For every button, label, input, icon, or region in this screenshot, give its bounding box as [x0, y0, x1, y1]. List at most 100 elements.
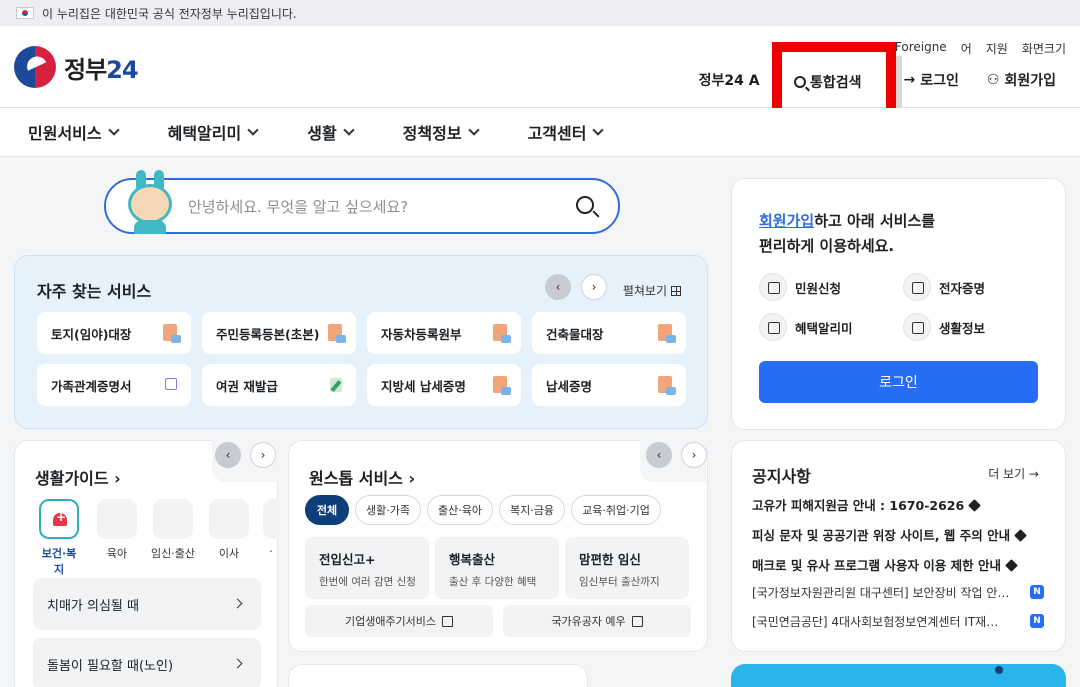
mail-icon [759, 273, 787, 301]
signup-link-inline[interactable]: 회원가입 [759, 212, 814, 230]
service-land-register[interactable]: 토지(임야)대장 [37, 312, 191, 354]
gov-banner: 이 누리집은 대한민국 공식 전자정부 누리집입니다. [0, 0, 1080, 26]
document-icon [163, 324, 181, 343]
life-prev-button[interactable]: ‹ [215, 442, 241, 468]
next-button[interactable]: › [581, 274, 607, 300]
service-resident-register[interactable]: 주민등록등본(초본) [202, 312, 356, 354]
new-badge: N [1030, 614, 1044, 628]
bottom-banner[interactable] [731, 664, 1066, 687]
document-icon [658, 376, 676, 395]
pregnant-icon [153, 499, 193, 539]
search-icon [794, 76, 806, 88]
gov24-ai-link[interactable]: 정부24 A [699, 70, 760, 90]
language-link[interactable]: For Foreigne [872, 40, 946, 57]
life-guide-title[interactable]: 생활가이드 › [35, 465, 121, 489]
notice-title: 공지사항 [752, 467, 811, 486]
login-button[interactable]: 로그인 [759, 361, 1038, 403]
service-passport[interactable]: 여권 재발급 [202, 364, 356, 406]
notice-item[interactable]: 고유가 피해지원금 안내 : 1670-2626 [752, 495, 1048, 514]
mascot-icon [124, 170, 176, 234]
service-tax-cert[interactable]: 납세증명 [532, 364, 686, 406]
bottom-card [288, 664, 588, 687]
link-business-lifecycle[interactable]: 기업생애주기서비스 [305, 605, 493, 637]
utility-top: For Foreigne 어 지원 화면크기 [872, 40, 1066, 57]
pin-icon [1005, 559, 1018, 572]
notice-item[interactable]: 피싱 문자 및 공공기관 위장 사이트, 웹 주의 안내 [752, 525, 1048, 544]
nav-customer-center[interactable]: 고객센터 [528, 120, 605, 144]
chevron-right-icon [232, 598, 243, 609]
chip-all[interactable]: 전체 [305, 495, 349, 525]
chevron-down-icon [343, 124, 355, 136]
life-next-button[interactable]: › [250, 442, 276, 468]
onestop-next-button[interactable]: › [681, 442, 707, 468]
document-icon [328, 324, 346, 343]
user-plus-icon: ⚇ [986, 72, 1000, 88]
login-card: 회원가입하고 아래 서비스를 편리하게 이용하세요. 민원신청 전자증명 혜택알리… [731, 178, 1066, 430]
chip-welfare-finance[interactable]: 복지·금융 [499, 495, 565, 525]
category-moving[interactable]: 이사 [207, 499, 251, 561]
category-more[interactable]: · [263, 499, 279, 558]
integrated-search-button[interactable]: 통합검색 [794, 70, 862, 94]
nav-life[interactable]: 생활 [307, 120, 355, 144]
external-link-icon [165, 378, 177, 390]
gift-icon [759, 313, 787, 341]
service-local-tax-cert[interactable]: 지방세 납세증명 [367, 364, 521, 406]
service-car-register[interactable]: 자동차등록원부 [367, 312, 521, 354]
quick-civil-request[interactable]: 민원신청 [759, 273, 841, 301]
nav-benefits[interactable]: 혜택알리미 [168, 120, 259, 144]
pin-icon [1014, 529, 1027, 542]
life-item-elder-care[interactable]: 돌봄이 필요할 때(노인) [33, 638, 261, 687]
link-veterans[interactable]: 국가유공자 예우 [503, 605, 691, 637]
search-submit-icon[interactable] [576, 196, 594, 214]
life-item-dementia[interactable]: 치매가 의심될 때 [33, 578, 261, 630]
notice-more-link[interactable]: 더 보기 → [988, 465, 1039, 482]
chevron-down-icon [467, 124, 480, 136]
onestop-title[interactable]: 원스톱 서비스 › [309, 465, 415, 489]
service-building-register[interactable]: 건축물대장 [532, 312, 686, 354]
nav-policy[interactable]: 정책정보 [403, 120, 480, 144]
login-icon: → [903, 72, 916, 88]
new-badge: N [1030, 585, 1044, 599]
category-childcare[interactable]: 육아 [95, 499, 139, 561]
font-size-menu[interactable]: 화면크기 [1022, 40, 1066, 57]
external-link-icon [631, 615, 643, 627]
pin-icon [968, 499, 982, 512]
heart-icon [53, 510, 67, 526]
chevron-down-icon [107, 124, 120, 136]
main-search-input[interactable]: 안녕하세요. 무엇을 알고 싶으세요? [104, 178, 620, 234]
onestop-card-happy-birth[interactable]: 행복출산 출산 후 다양한 혜택 [435, 537, 559, 599]
quick-life-info[interactable]: 생활정보 [903, 313, 985, 341]
login-link[interactable]: → 로그인 [904, 70, 959, 90]
logo[interactable]: 정부24 [14, 46, 139, 88]
notice-item[interactable]: [국가정보자원관리원 대구센터] 보안장비 작업 안… [752, 584, 1022, 601]
service-family-cert[interactable]: 가족관계증명서 [37, 364, 191, 406]
signup-link[interactable]: ⚇ 회원가입 [987, 70, 1056, 90]
support-menu[interactable]: 지원 [986, 40, 1008, 57]
language-link-2[interactable]: 어 [961, 40, 972, 57]
moving-icon [209, 499, 249, 539]
prev-button[interactable]: ‹ [545, 274, 571, 300]
korea-flag-icon [16, 7, 34, 19]
quick-e-cert[interactable]: 전자증명 [903, 273, 985, 301]
document-icon [658, 324, 676, 343]
document-icon [493, 376, 511, 395]
chip-birth-childcare[interactable]: 출산·육아 [427, 495, 493, 525]
onestop-card-move-in[interactable]: 전입신고+ 한번에 여러 감면 신청 [305, 537, 429, 599]
frequent-services-title: 자주 찾는 서비스 [37, 282, 152, 301]
nav-civil-service[interactable]: 민원서비스 [28, 120, 120, 144]
expand-button[interactable]: 펼쳐보기 [623, 282, 681, 299]
gov-banner-text: 이 누리집은 대한민국 공식 전자정부 누리집입니다. [42, 6, 297, 21]
chip-edu-job-biz[interactable]: 교육·취업·기업 [571, 495, 661, 525]
onestop-card-pregnancy[interactable]: 맘편한 임신 임신부터 출산까지 [565, 537, 689, 599]
category-health[interactable]: 보건·복지 [37, 499, 81, 577]
pen-icon [330, 378, 342, 392]
category-pregnancy[interactable]: 임신·출산 [151, 499, 195, 561]
header: 정부24 For Foreigne 어 지원 화면크기 정부24 A → 로그인 … [0, 26, 1080, 108]
notice-item[interactable]: 매크로 및 유사 프로그램 사용자 이용 제한 안내 [752, 555, 1048, 574]
quick-benefit-alert[interactable]: 혜택알리미 [759, 313, 853, 341]
taegeuk-logo-icon [14, 46, 56, 88]
chip-life-family[interactable]: 생활·가족 [355, 495, 421, 525]
utility-main: 정부24 A → 로그인 ⚇ 회원가입 [699, 70, 1056, 90]
notice-item[interactable]: [국민연금공단] 4대사회보험정보연계센터 IT재… [752, 613, 1022, 630]
onestop-prev-button[interactable]: ‹ [646, 442, 672, 468]
